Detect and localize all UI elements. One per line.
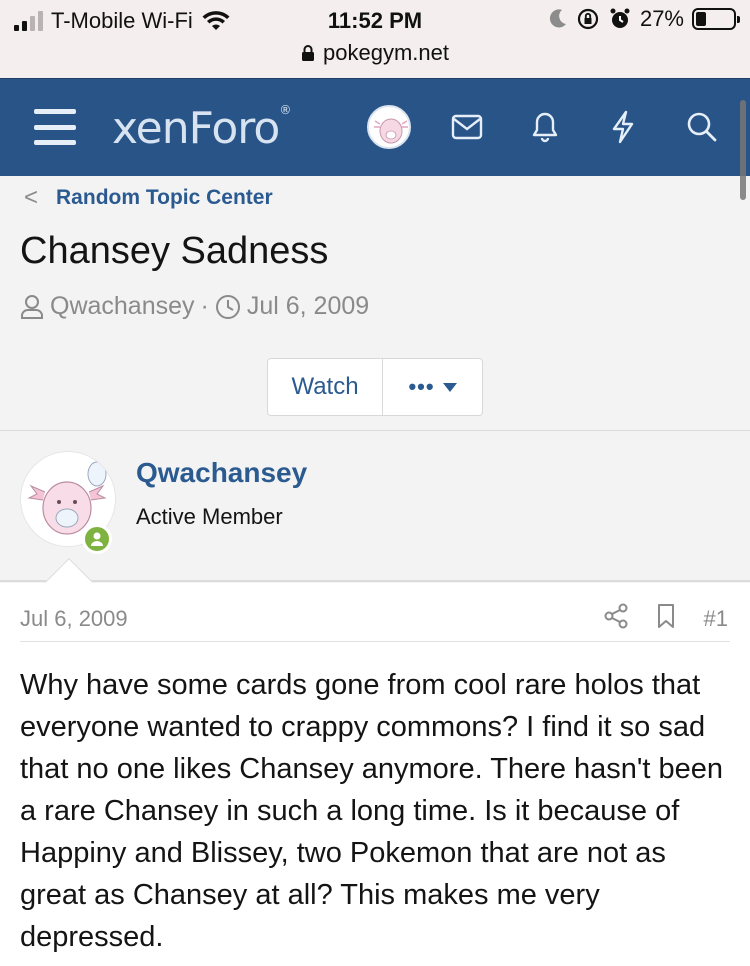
status-bar: T-Mobile Wi-Fi 11:52 PM 27% pokegym.net	[0, 0, 750, 78]
battery-percent: 27%	[639, 6, 684, 31]
battery-icon	[692, 8, 740, 30]
lock-icon	[302, 45, 315, 61]
chevron-left-icon: <	[24, 184, 39, 211]
watch-button[interactable]: Watch	[268, 359, 383, 415]
divider	[20, 641, 730, 642]
clock-icon	[215, 294, 240, 319]
bell-icon[interactable]	[526, 108, 564, 146]
page-scrollbar[interactable]	[740, 100, 746, 200]
user-avatar[interactable]	[367, 105, 411, 149]
thread-meta: Qwachansey · Jul 6, 2009	[20, 292, 369, 321]
mail-icon[interactable]	[448, 108, 486, 146]
post-actions: #1	[604, 603, 728, 635]
thread-author-link[interactable]: Qwachansey	[50, 292, 195, 321]
post-message: Why have some cards gone from cool rare …	[20, 669, 724, 953]
avatar-image	[374, 118, 408, 144]
post-number[interactable]: #1	[704, 606, 728, 632]
breadcrumb-label: Random Topic Center	[56, 186, 273, 209]
site-header: xenForo®	[0, 78, 750, 176]
bookmark-icon[interactable]	[656, 603, 676, 635]
user-icon	[21, 294, 43, 319]
site-logo[interactable]: xenForo®	[112, 103, 291, 154]
chevron-down-icon	[442, 382, 457, 392]
meta-separator: ·	[200, 292, 209, 320]
breadcrumb[interactable]: < Random Topic Center	[24, 184, 273, 212]
more-dots: •••	[408, 374, 435, 399]
post-date[interactable]: Jul 6, 2009	[20, 606, 128, 632]
share-icon[interactable]	[604, 603, 628, 635]
more-options-button[interactable]: •••	[383, 359, 482, 415]
moon-icon	[549, 9, 566, 28]
rotation-lock-icon	[577, 8, 599, 30]
menu-icon[interactable]	[34, 109, 76, 145]
post-username[interactable]: Qwachansey	[136, 457, 307, 489]
bolt-icon[interactable]	[604, 108, 642, 146]
thread-date-link[interactable]: Jul 6, 2009	[247, 292, 369, 321]
search-icon[interactable]	[683, 108, 721, 146]
status-right: 27%	[548, 6, 740, 32]
alarm-icon	[610, 8, 630, 28]
logo-text: xenForo	[112, 103, 280, 154]
post-user-title: Active Member	[136, 504, 283, 529]
online-status-icon	[82, 524, 112, 554]
address-bar[interactable]: pokegym.net	[0, 40, 750, 66]
page-title: Chansey Sadness	[20, 230, 329, 272]
thread-actions: Watch •••	[267, 358, 483, 416]
url-text: pokegym.net	[323, 40, 449, 65]
